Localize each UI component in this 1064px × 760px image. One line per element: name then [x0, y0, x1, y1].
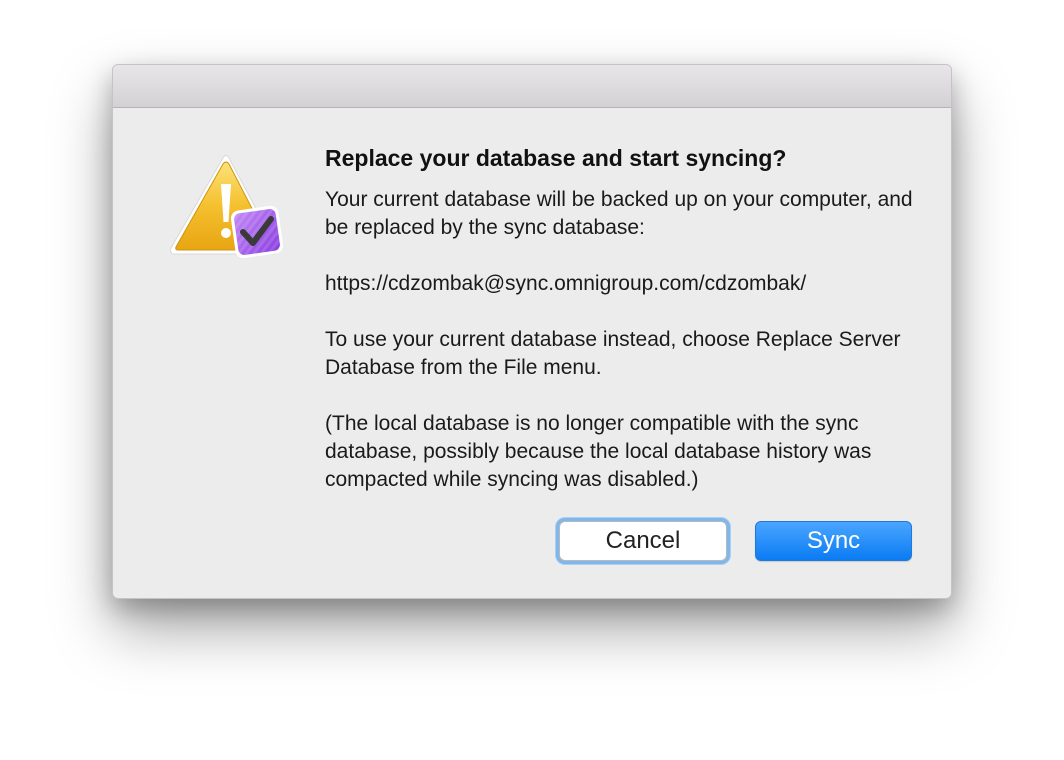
dialog-message: Your current database will be backed up … — [325, 186, 925, 494]
cancel-button[interactable]: Cancel — [559, 521, 727, 561]
sync-button[interactable]: Sync — [755, 521, 912, 561]
dialog-titlebar — [113, 65, 951, 108]
incompatibility-note: (The local database is no longer compati… — [325, 412, 872, 491]
backup-explanation-text: Your current database will be backed up … — [325, 188, 913, 239]
sync-database-url: https://cdzombak@sync.omnigroup.com/cdzo… — [325, 272, 807, 295]
warning-icon — [170, 155, 284, 259]
omnifocus-check-badge-icon — [230, 205, 284, 259]
sync-dialog: Replace your database and start syncing?… — [112, 64, 952, 599]
dialog-title: Replace your database and start syncing? — [325, 145, 787, 171]
message-area: Replace your database and start syncing?… — [325, 145, 925, 494]
replace-server-instructions: To use your current database instead, ch… — [325, 328, 901, 379]
